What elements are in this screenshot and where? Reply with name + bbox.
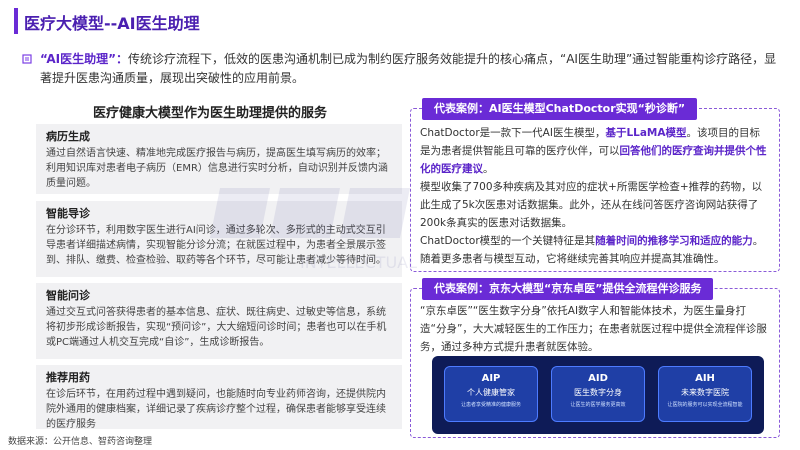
page-title: 医疗大模型--AI医生助理 xyxy=(24,14,200,33)
case2-header: 代表案例：京东大模型“京东卓医”提供全流程伴诊服务 xyxy=(422,278,714,300)
services-section-title: 医疗健康大模型作为医生助理提供的服务 xyxy=(92,106,327,121)
intro-highlight: “AI医生助理”： xyxy=(40,52,128,66)
case1-paragraph-3: ChatDoctor模型的一个关键特征是其随着时间的推移学习和适应的能力。随着更… xyxy=(420,235,764,265)
service-card-consultation: 智能问诊 通过交互式问答获得患者的基本信息、症状、既往病史、过敏史等信息，系统将… xyxy=(36,283,402,359)
data-source-note: 数据来源：公开信息、智药咨询整理 xyxy=(8,437,153,447)
service-card-body: 在分诊环节，利用数字医生进行AI问诊，通过多轮次、多形式的主动式交互引导患者详细… xyxy=(46,225,386,266)
document-icon xyxy=(22,54,32,64)
tile-desc: 让医生的医学服务更高效 xyxy=(570,402,626,408)
case1-paragraph-1: ChatDoctor是一款下一代AI医生模型，基于LLaMA模型。该项目的目标是… xyxy=(420,127,767,175)
service-card-body: 通过自然语言快速、精准地完成医疗报告与病历，提高医生填写病历的效率；利用知识库对… xyxy=(46,148,388,189)
title-accent-bar xyxy=(14,8,18,34)
case2-body: “京东卓医”“医生数字分身”依托AI数字人和智能体技术，为医生量身打造“分身”，… xyxy=(420,305,767,353)
service-card-title: 病历生成 xyxy=(46,130,90,143)
service-card-title: 推荐用药 xyxy=(46,371,90,384)
tile-code: AIP xyxy=(481,373,501,384)
tile-name: 医生数字分身 xyxy=(574,388,622,397)
service-card-title: 智能导诊 xyxy=(46,207,90,220)
service-card-title: 智能问诊 xyxy=(46,289,90,302)
service-card-emr: 病历生成 通过自然语言快速、精准地完成医疗报告与病历，提高医生填写病历的效率；利… xyxy=(36,124,402,194)
tile-aid: AID 医生数字分身 让医生的医学服务更高效 xyxy=(551,366,645,422)
intro-text: 传统诊疗流程下，低效的医患沟通机制已成为制约医疗服务效能提升的核心痛点，“AI医… xyxy=(40,52,777,85)
case1-body: ChatDoctor是一款下一代AI医生模型，基于LLaMA模型。该项目的目标是… xyxy=(420,124,770,268)
tile-name: 个人健康管家 xyxy=(467,388,515,397)
case1-header: 代表案例：AI医生模型ChatDoctor实现“秒诊断” xyxy=(422,98,698,120)
tile-desc: 让医院的服务可以实现全流程智能 xyxy=(667,402,743,408)
service-card-triage: 智能导诊 在分诊环节，利用数字医生进行AI问诊，通过多轮次、多形式的主动式交互引… xyxy=(36,201,402,277)
intro-paragraph: “AI医生助理”：传统诊疗流程下，低效的医患沟通机制已成为制约医疗服务效能提升的… xyxy=(40,50,780,88)
tile-code: AIH xyxy=(695,373,715,384)
tile-code: AID xyxy=(588,373,608,384)
jd-services-panel: AIP 个人健康管家 让患者享受精准的健康服务 AID 医生数字分身 让医生的医… xyxy=(432,356,764,434)
tile-aip: AIP 个人健康管家 让患者享受精准的健康服务 xyxy=(444,366,538,422)
service-card-body: 通过交互式问答获得患者的基本信息、症状、既往病史、过敏史等信息，系统将初步形成诊… xyxy=(46,307,387,348)
case1-paragraph-2: 模型收集了700多种疾病及其对应的症状+所需医学检查+推荐的药物，以此生成了5k… xyxy=(420,181,763,229)
service-card-body: 在诊后环节，在用药过程中遇到疑问，也能随时向专业药师咨询，还提供院内院外通用的健… xyxy=(46,389,386,430)
tile-desc: 让患者享受精准的健康服务 xyxy=(460,402,521,408)
tile-aih: AIH 未来数字医院 让医院的服务可以实现全流程智能 xyxy=(658,366,752,422)
service-card-medication: 推荐用药 在诊后环节，在用药过程中遇到疑问，也能随时向专业药师咨询，还提供院内院… xyxy=(36,365,402,430)
tile-name: 未来数字医院 xyxy=(681,388,729,397)
